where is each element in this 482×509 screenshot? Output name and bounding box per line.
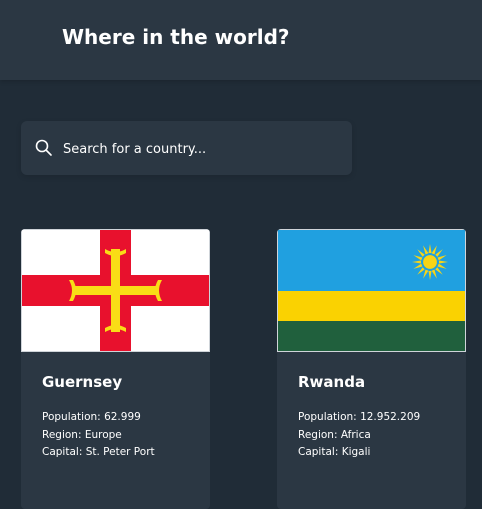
country-card-guernsey[interactable]: Guernsey Population: 62.999 Region: Euro… bbox=[21, 229, 210, 509]
region-label: Region: bbox=[298, 428, 338, 441]
capital-row: Capital: Kigali bbox=[298, 444, 420, 462]
region-row: Region: Africa bbox=[298, 427, 420, 445]
rwanda-flag bbox=[277, 229, 466, 352]
population-value: 12.952.209 bbox=[360, 411, 421, 423]
country-info: Population: 62.999 Region: Europe Capita… bbox=[42, 409, 155, 462]
search-box[interactable] bbox=[21, 121, 352, 175]
search-input[interactable] bbox=[61, 135, 345, 163]
capital-label: Capital: bbox=[298, 446, 339, 458]
capital-value: Kigali bbox=[341, 446, 371, 458]
app-header: Where in the world? bbox=[0, 0, 482, 80]
capital-row: Capital: St. Peter Port bbox=[42, 444, 155, 462]
guernsey-flag bbox=[21, 229, 210, 352]
country-card-rwanda[interactable]: Rwanda Population: 12.952.209 Region: Af… bbox=[277, 229, 466, 509]
region-value: Europe bbox=[84, 428, 122, 441]
capital-value: St. Peter Port bbox=[85, 446, 155, 458]
region-row: Region: Europe bbox=[42, 427, 155, 445]
population-label: Population: bbox=[298, 411, 357, 423]
app-title: Where in the world? bbox=[62, 25, 290, 49]
population-label: Population: bbox=[42, 411, 101, 423]
region-label: Region: bbox=[42, 428, 82, 441]
country-name: Rwanda bbox=[298, 373, 366, 391]
search-icon bbox=[34, 138, 54, 158]
population-row: Population: 12.952.209 bbox=[298, 409, 420, 427]
population-row: Population: 62.999 bbox=[42, 409, 155, 427]
region-value: Africa bbox=[340, 428, 371, 441]
capital-label: Capital: bbox=[42, 446, 83, 458]
population-value: 62.999 bbox=[104, 411, 141, 423]
country-name: Guernsey bbox=[42, 373, 123, 391]
country-info: Population: 12.952.209 Region: Africa Ca… bbox=[298, 409, 420, 462]
